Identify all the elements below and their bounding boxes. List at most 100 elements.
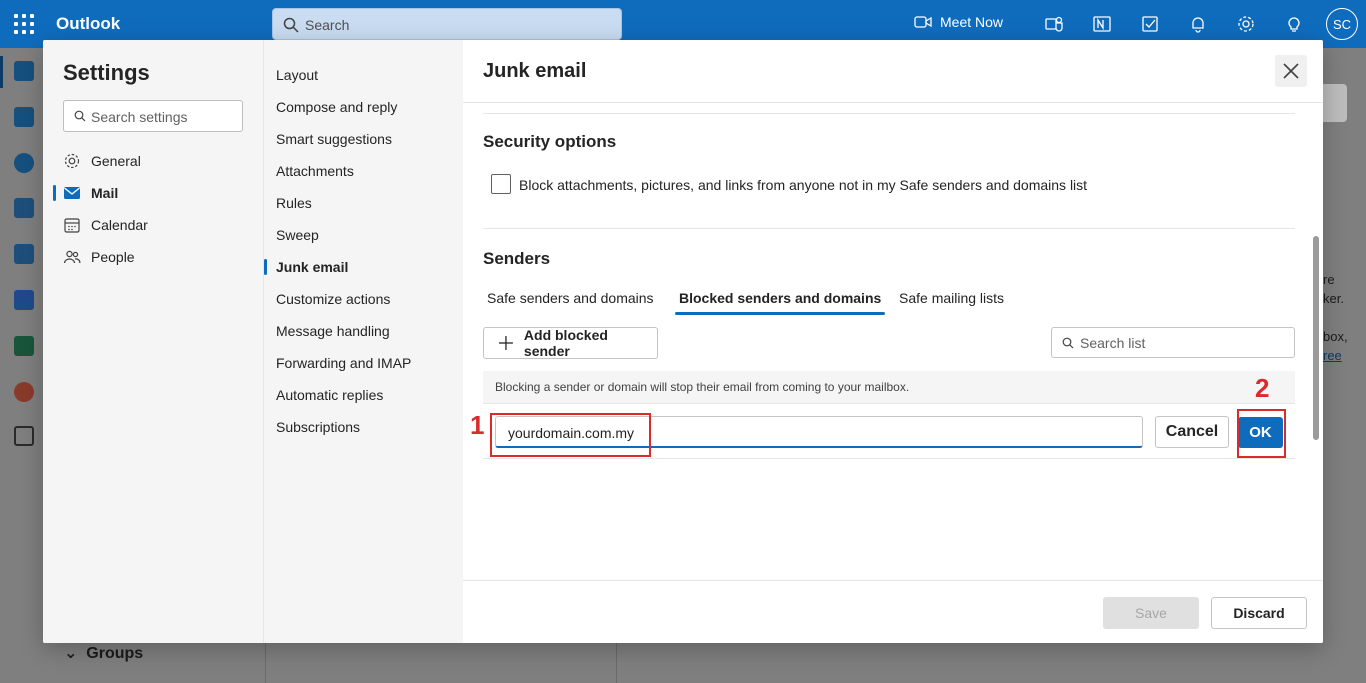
avatar[interactable]: SC	[1326, 8, 1358, 40]
active-tab-underline	[675, 312, 886, 315]
bell-icon[interactable]	[1188, 14, 1208, 34]
security-options-heading: Security options	[483, 132, 617, 151]
search-list-input[interactable]	[1080, 334, 1290, 352]
search-list[interactable]	[1051, 327, 1295, 358]
tab-safe-senders[interactable]: Safe senders and domains	[487, 290, 654, 314]
junk-email-pane: Junk email Security options Block attach…	[463, 40, 1323, 643]
section-subscriptions[interactable]: Subscriptions	[276, 411, 456, 443]
more-apps-icon[interactable]	[14, 426, 34, 446]
search-icon	[283, 17, 299, 33]
section-layout[interactable]: Layout	[276, 59, 456, 91]
add-blocked-sender-button[interactable]: Add blocked sender	[483, 327, 658, 359]
category-calendar[interactable]: Calendar	[63, 209, 253, 241]
people-icon	[63, 250, 81, 264]
rail-active-indicator	[0, 56, 3, 88]
section-automatic-replies[interactable]: Automatic replies	[276, 379, 456, 411]
section-customize-actions[interactable]: Customize actions	[276, 283, 456, 315]
settings-search-input[interactable]	[91, 107, 239, 127]
bg-link-fragment: ree	[1323, 348, 1342, 363]
scrollbar[interactable]	[1313, 236, 1319, 440]
settings-categories-panel: Settings General Mail Calendar People	[43, 40, 263, 643]
bg-divider	[265, 643, 266, 683]
annotation-box-step-2	[1237, 409, 1286, 458]
bg-divider	[616, 643, 617, 683]
tab-safe-mailing-lists[interactable]: Safe mailing lists	[899, 290, 1004, 314]
app-rail	[0, 48, 48, 683]
pane-title: Junk email	[483, 60, 587, 82]
section-smart-suggestions[interactable]: Smart suggestions	[276, 123, 456, 155]
add-blocked-sender-label: Add blocked sender	[523, 327, 608, 359]
bg-text-fragment: re	[1323, 272, 1335, 287]
category-label: Calendar	[91, 217, 148, 233]
section-compose-and-reply[interactable]: Compose and reply	[276, 91, 456, 123]
annotation-step-1: 1	[470, 410, 485, 440]
divider	[463, 102, 1323, 103]
tab-blocked-senders[interactable]: Blocked senders and domains	[675, 290, 886, 315]
global-search-placeholder: Search	[305, 17, 350, 33]
blocking-info-text: Blocking a sender or domain will stop th…	[483, 371, 1295, 403]
meet-now-label: Meet Now	[940, 14, 1004, 30]
search-icon	[74, 110, 86, 122]
lightbulb-icon[interactable]	[1284, 14, 1304, 34]
section-message-handling[interactable]: Message handling	[276, 315, 456, 347]
category-mail[interactable]: Mail	[53, 177, 253, 209]
divider	[483, 228, 1295, 229]
active-indicator	[264, 259, 267, 275]
global-search-input[interactable]: Search	[272, 8, 622, 40]
settings-search[interactable]	[63, 100, 243, 132]
section-label: Junk email	[276, 259, 349, 275]
powerpoint-app-icon[interactable]	[14, 382, 34, 402]
section-rules[interactable]: Rules	[276, 187, 456, 219]
groups-app-icon[interactable]	[14, 198, 34, 218]
active-indicator	[53, 185, 56, 201]
app-launcher-icon[interactable]	[12, 12, 36, 36]
app-name: Outlook	[56, 14, 121, 33]
section-forwarding-and-imap[interactable]: Forwarding and IMAP	[276, 347, 456, 379]
senders-heading: Senders	[483, 249, 551, 268]
category-people[interactable]: People	[63, 241, 253, 273]
save-button[interactable]: Save	[1103, 597, 1199, 629]
section-attachments[interactable]: Attachments	[276, 155, 456, 187]
meet-now-button[interactable]: Meet Now	[914, 14, 1003, 30]
todo-app-icon[interactable]	[14, 244, 34, 264]
annotation-step-2: 2	[1255, 373, 1270, 403]
annotation-box-step-1	[490, 413, 651, 457]
close-icon	[1283, 63, 1299, 79]
people-app-icon[interactable]	[14, 153, 34, 173]
category-label: Mail	[91, 185, 119, 201]
groups-label: Groups	[86, 645, 144, 662]
category-label: People	[91, 249, 135, 265]
tab-label: Safe mailing lists	[899, 290, 1005, 306]
settings-title: Settings	[63, 60, 150, 85]
calendar-app-icon[interactable]	[14, 107, 34, 127]
video-camera-icon	[914, 16, 932, 28]
groups-heading[interactable]: ⌄ Groups	[64, 643, 143, 663]
word-app-icon[interactable]	[14, 290, 34, 310]
block-attachments-checkbox[interactable]	[491, 174, 511, 194]
tab-label: Safe senders and domains	[487, 290, 654, 306]
section-junk-email[interactable]: Junk email	[264, 251, 456, 283]
category-label: General	[91, 153, 141, 169]
close-button[interactable]	[1275, 55, 1307, 87]
excel-app-icon[interactable]	[14, 336, 34, 356]
bg-text-fragment: ker.	[1323, 291, 1344, 306]
gear-icon[interactable]	[1236, 14, 1256, 34]
bg-dropdown	[1323, 84, 1347, 122]
teams-icon[interactable]	[1044, 14, 1064, 34]
onenote-icon[interactable]	[1092, 14, 1112, 34]
discard-button[interactable]: Discard	[1211, 597, 1307, 629]
block-attachments-label[interactable]: Block attachments, pictures, and links f…	[519, 177, 1087, 193]
calendar-icon	[64, 218, 80, 233]
mail-icon	[64, 187, 80, 199]
cancel-button[interactable]: Cancel	[1155, 416, 1229, 448]
category-general[interactable]: General	[63, 145, 253, 177]
gear-icon	[64, 153, 80, 169]
search-icon	[1062, 337, 1074, 349]
plus-icon	[498, 336, 513, 350]
settings-dialog: Settings General Mail Calendar People La…	[43, 40, 1323, 643]
to-do-icon[interactable]	[1140, 14, 1160, 34]
mail-app-icon[interactable]	[14, 61, 34, 81]
mail-sections-panel: Layout Compose and reply Smart suggestio…	[263, 40, 463, 643]
section-sweep[interactable]: Sweep	[276, 219, 456, 251]
divider	[463, 580, 1323, 581]
